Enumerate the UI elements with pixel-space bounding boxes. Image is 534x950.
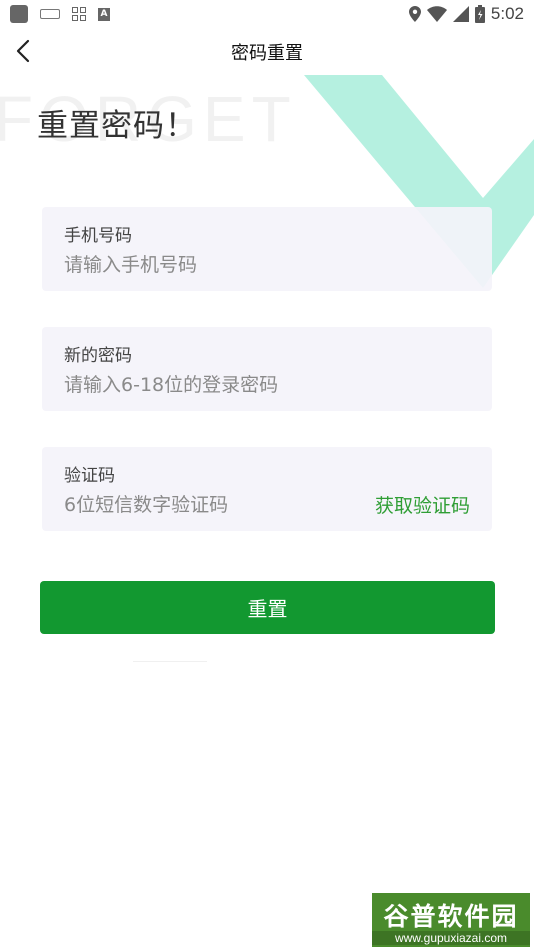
page-title: 密码重置 bbox=[231, 43, 303, 64]
location-icon bbox=[408, 6, 421, 22]
code-input[interactable] bbox=[64, 491, 324, 519]
code-field-card: 验证码 获取验证码 bbox=[42, 447, 492, 531]
phone-field-card: 手机号码 bbox=[42, 207, 492, 291]
get-code-button[interactable]: 获取验证码 bbox=[375, 491, 470, 518]
app-icon bbox=[10, 5, 28, 23]
code-label: 验证码 bbox=[64, 466, 115, 486]
status-time: 5:02 bbox=[490, 4, 524, 23]
site-watermark-logo: 谷普软件园 www.gupuxiazai.com bbox=[372, 893, 530, 947]
status-left-icons: A bbox=[10, 5, 110, 23]
password-field-card: 新的密码 bbox=[42, 327, 492, 411]
phone-label: 手机号码 bbox=[64, 226, 132, 246]
grid-icon bbox=[72, 7, 86, 21]
reset-button[interactable]: 重置 bbox=[40, 581, 495, 634]
password-label: 新的密码 bbox=[64, 346, 132, 366]
signal-icon bbox=[452, 6, 469, 22]
watermark-title: 谷普软件园 bbox=[383, 902, 519, 931]
battery-icon bbox=[474, 5, 485, 23]
watermark-url: www.gupuxiazai.com bbox=[372, 931, 530, 945]
keyboard-icon bbox=[40, 9, 60, 19]
status-bar: A 5:02 bbox=[0, 0, 534, 28]
text-a-icon: A bbox=[98, 7, 110, 21]
status-right-icons: 5:02 bbox=[408, 4, 524, 24]
nav-bar: 密码重置 bbox=[0, 28, 534, 74]
phone-input[interactable] bbox=[64, 251, 344, 279]
wifi-icon bbox=[426, 6, 447, 22]
heading: 重置密码！ bbox=[37, 108, 197, 144]
password-input[interactable] bbox=[64, 371, 344, 399]
divider bbox=[133, 661, 207, 662]
